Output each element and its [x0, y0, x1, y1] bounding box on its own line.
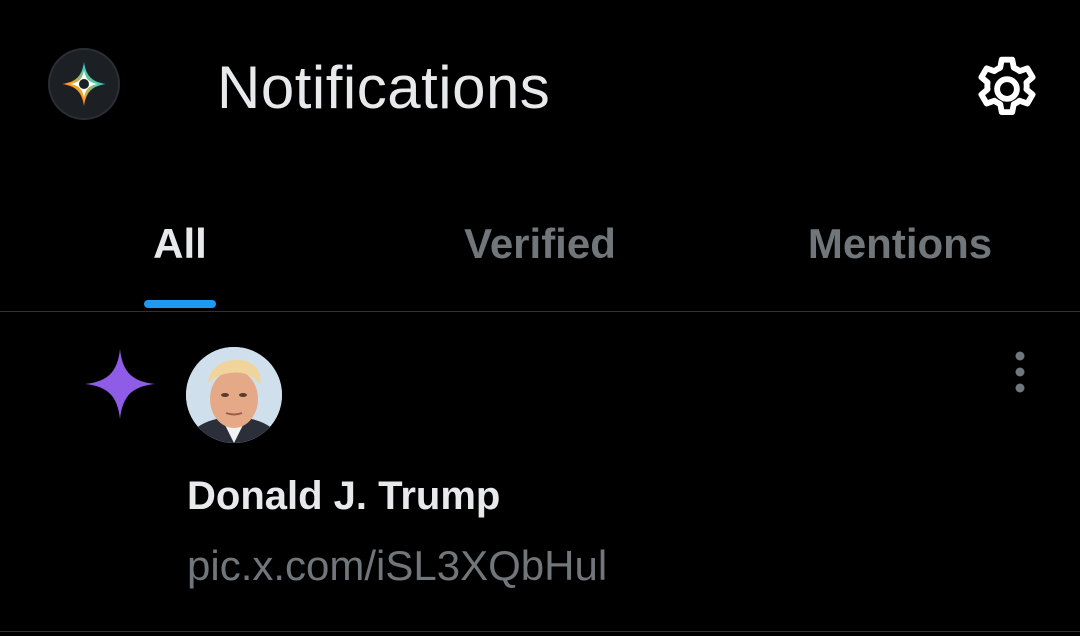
author-name[interactable]: Donald J. Trump [187, 470, 500, 522]
active-tab-indicator [144, 300, 216, 308]
header: Notifications [0, 0, 1080, 180]
gear-icon [978, 56, 1036, 116]
post-content-link[interactable]: pic.x.com/iSL3XQbHul [187, 538, 607, 594]
avatar[interactable] [186, 347, 282, 443]
divider [0, 631, 1080, 632]
sparkle-star-icon [85, 349, 155, 419]
more-vertical-icon[interactable] [1000, 348, 1040, 396]
tab-all[interactable]: All [100, 216, 260, 311]
settings-button[interactable] [970, 52, 1044, 126]
tab-bar: All Verified Mentions [0, 180, 1080, 311]
page-title: Notifications [217, 54, 551, 121]
tab-verified[interactable]: Verified [400, 216, 680, 311]
app-logo-icon[interactable] [48, 48, 120, 120]
tab-mentions[interactable]: Mentions [770, 216, 1030, 311]
